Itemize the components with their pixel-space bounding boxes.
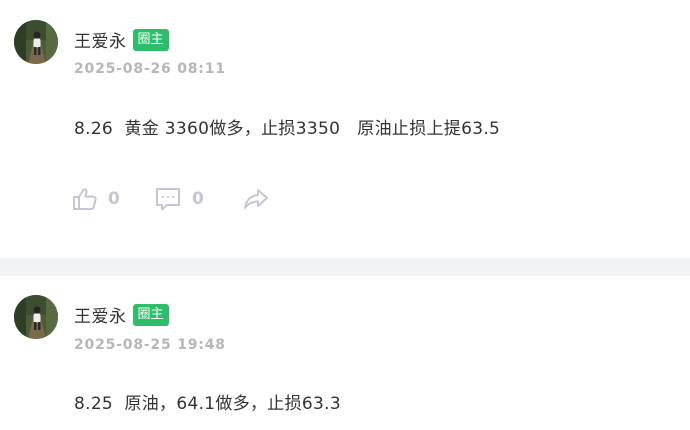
author-name[interactable]: 王爱永 — [74, 302, 127, 327]
avatar[interactable] — [14, 20, 58, 64]
post-timestamp: 2025-08-26 08:11 — [74, 61, 226, 77]
post-card: 王爱永 圈主 2025-08-25 19:48 8.25 原油，64.1做多，止… — [0, 276, 690, 430]
comment-button[interactable]: 0 — [154, 186, 242, 212]
post-card: 王爱永 圈主 2025-08-26 08:11 8.26 黄金 3360做多，止… — [0, 0, 690, 258]
like-count: 0 — [108, 189, 120, 209]
post-divider — [0, 258, 690, 276]
thumbs-up-icon — [72, 186, 98, 212]
share-icon — [242, 186, 270, 212]
post-actions: 0 0 — [72, 186, 270, 212]
avatar[interactable] — [14, 295, 58, 339]
comment-icon — [154, 186, 182, 212]
author-row: 王爱永 圈主 — [74, 27, 169, 52]
post-feed: 王爱永 圈主 2025-08-26 08:11 8.26 黄金 3360做多，止… — [0, 0, 690, 430]
author-name[interactable]: 王爱永 — [74, 27, 127, 52]
like-button[interactable]: 0 — [72, 186, 154, 212]
share-button[interactable] — [242, 186, 270, 212]
comment-count: 0 — [192, 189, 204, 209]
post-content: 8.26 黄金 3360做多，止损3350 原油止损上提63.5 — [74, 119, 501, 139]
post-content: 8.25 原油，64.1做多，止损63.3 — [74, 394, 341, 414]
role-badge: 圈主 — [132, 28, 169, 51]
role-badge: 圈主 — [132, 303, 169, 326]
post-timestamp: 2025-08-25 19:48 — [74, 337, 226, 353]
author-row: 王爱永 圈主 — [74, 302, 169, 327]
